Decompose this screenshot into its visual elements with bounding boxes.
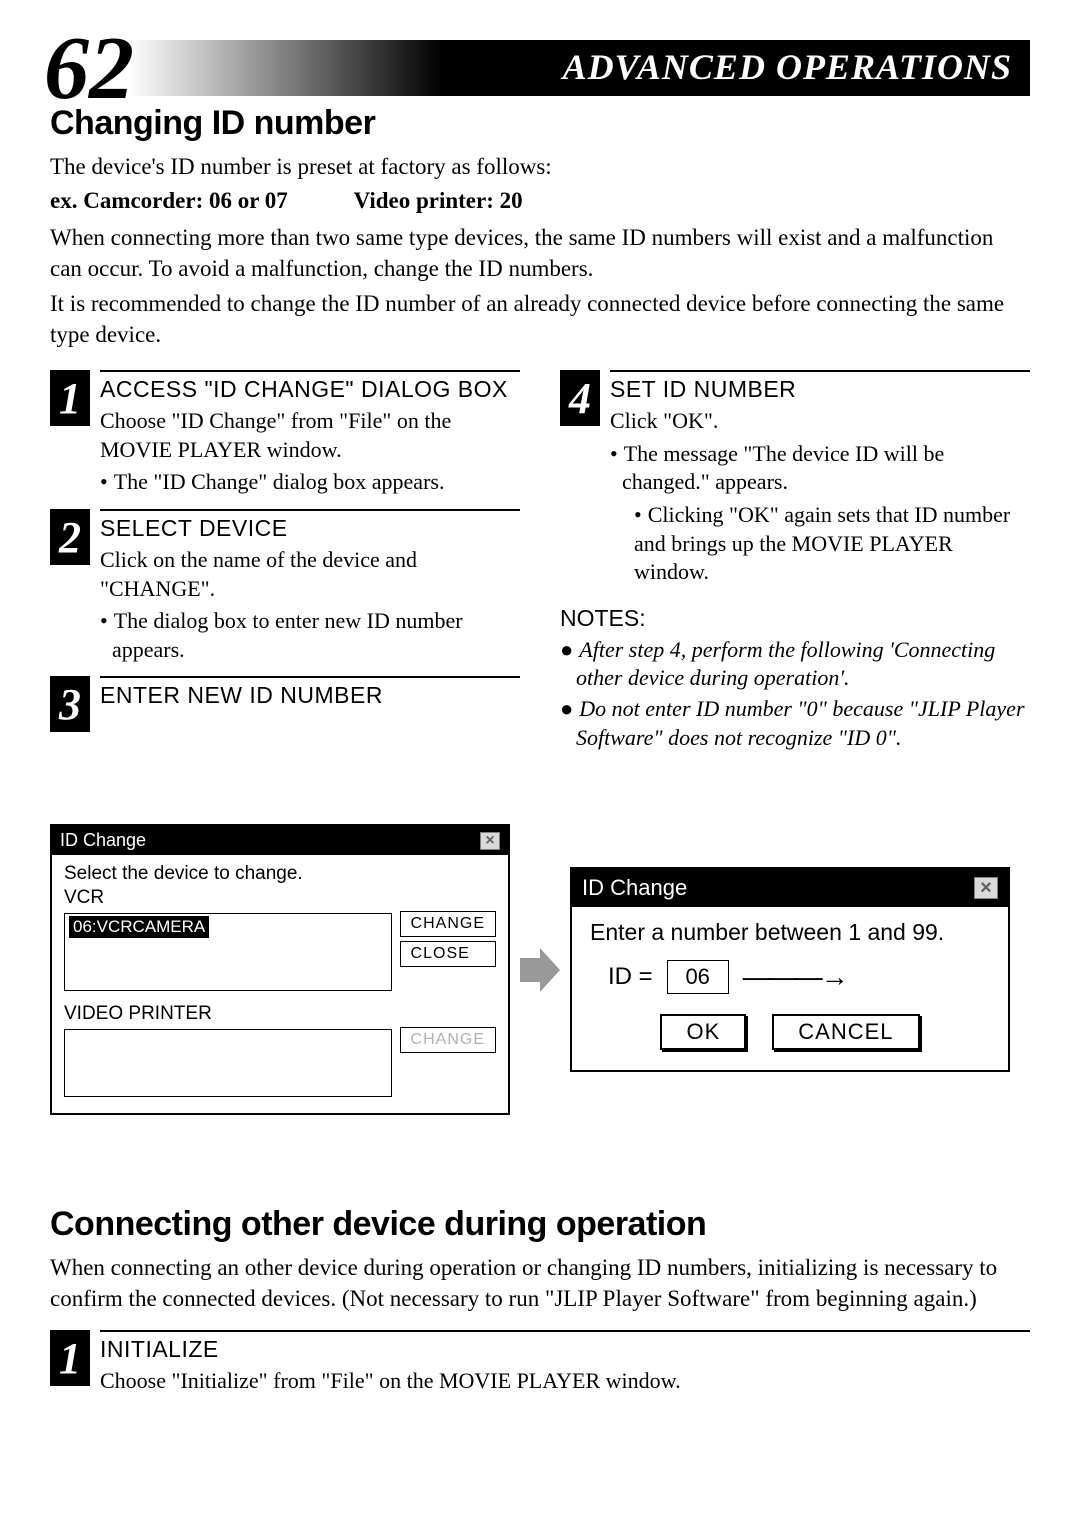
notes-heading: NOTES: xyxy=(560,605,1030,632)
dialog1-change-button-disabled: CHANGE xyxy=(400,1027,496,1053)
step-4-bullet-1: The message "The device ID will be chang… xyxy=(622,440,1030,497)
step-3: 3 ENTER NEW ID NUMBER xyxy=(50,676,520,732)
dialog2-titlebar: ID Change × xyxy=(572,869,1008,907)
para-malfunction: When connecting more than two same type … xyxy=(50,222,1030,284)
id-change-select-dialog: ID Change × Select the device to change.… xyxy=(50,824,510,1115)
initialize-step-desc: Choose "Initialize" from "File" on the M… xyxy=(100,1367,1030,1396)
dialog1-printer-listbox[interactable] xyxy=(64,1029,392,1097)
dialog2-prompt: Enter a number between 1 and 99. xyxy=(590,919,990,946)
banner-title: ADVANCED OPERATIONS xyxy=(563,46,1012,88)
section-heading-connecting: Connecting other device during operation xyxy=(50,1205,1030,1244)
step-1-number: 1 xyxy=(50,370,90,426)
step-2-bullet-1: The dialog box to enter new ID number ap… xyxy=(112,607,520,664)
dialog2-cancel-button[interactable]: CANCEL xyxy=(772,1014,919,1050)
step-1-title: ACCESS "ID CHANGE" DIALOG BOX xyxy=(100,376,520,403)
notes-item-2: Do not enter ID number "0" because "JLIP… xyxy=(576,695,1030,752)
step-3-title: ENTER NEW ID NUMBER xyxy=(100,682,520,709)
dialog1-vcr-listbox[interactable]: 06:VCRCAMERA xyxy=(64,913,392,991)
initialize-step-title: INITIALIZE xyxy=(100,1336,1030,1363)
notes-item-1: After step 4, perform the following 'Con… xyxy=(576,636,1030,693)
dialog1-selected-item[interactable]: 06:VCRCAMERA xyxy=(69,916,209,938)
example-video-printer: Video printer: 20 xyxy=(354,188,523,214)
id-change-enter-dialog: ID Change × Enter a number between 1 and… xyxy=(570,867,1010,1072)
step-4-desc: Click "OK". xyxy=(610,407,1030,436)
dialog1-prompt: Select the device to change. xyxy=(64,863,496,885)
section2-para: When connecting an other device during o… xyxy=(50,1252,1030,1314)
dialog2-id-label: ID = xyxy=(608,963,653,991)
step-1-desc: Choose "ID Change" from "File" on the MO… xyxy=(100,407,520,464)
step-4-title: SET ID NUMBER xyxy=(610,376,1030,403)
steps-left-col: 1 ACCESS "ID CHANGE" DIALOG BOX Choose "… xyxy=(50,370,520,754)
initialize-step-number: 1 xyxy=(50,1330,90,1386)
dialogs-row: ID Change × Select the device to change.… xyxy=(50,824,1030,1115)
step-3-number: 3 xyxy=(50,676,90,732)
steps-right-col: 4 SET ID NUMBER Click "OK". The message … xyxy=(560,370,1030,754)
step-4-number: 4 xyxy=(560,370,600,426)
dialog2-id-input[interactable]: 06 xyxy=(667,960,729,994)
para-recommend: It is recommended to change the ID numbe… xyxy=(50,288,1030,350)
dialog2-close-icon[interactable]: × xyxy=(974,877,998,899)
dialog1-change-button[interactable]: CHANGE xyxy=(400,911,496,937)
dialog1-close-icon[interactable]: × xyxy=(480,832,500,850)
header-banner: 62 ADVANCED OPERATIONS xyxy=(50,40,1030,96)
intro-text: The device's ID number is preset at fact… xyxy=(50,151,1030,182)
dialog1-title-text: ID Change xyxy=(60,830,146,851)
arrow-right-icon xyxy=(520,948,560,992)
step-2: 2 SELECT DEVICE Click on the name of the… xyxy=(50,509,520,668)
step-1: 1 ACCESS "ID CHANGE" DIALOG BOX Choose "… xyxy=(50,370,520,501)
dialog1-group-video-printer: VIDEO PRINTER xyxy=(64,1003,496,1025)
page-number: 62 xyxy=(44,24,134,114)
dialog2-arrow-icon: ———→ xyxy=(743,961,847,993)
section-heading-changing-id: Changing ID number xyxy=(50,104,1030,143)
step-4: 4 SET ID NUMBER Click "OK". The message … xyxy=(560,370,1030,591)
step-4-bullet-2: Clicking "OK" again sets that ID number … xyxy=(634,501,1030,587)
dialog1-titlebar: ID Change × xyxy=(52,826,508,855)
dialog2-title-text: ID Change xyxy=(582,875,687,901)
initialize-step: 1 INITIALIZE Choose "Initialize" from "F… xyxy=(50,1330,1030,1398)
dialog1-close-button[interactable]: CLOSE xyxy=(400,941,496,967)
dialog1-group-vcr: VCR xyxy=(64,887,496,909)
example-camcorder: ex. Camcorder: 06 or 07 xyxy=(50,188,288,214)
dialog2-ok-button[interactable]: OK xyxy=(660,1014,746,1050)
step-2-desc: Click on the name of the device and "CHA… xyxy=(100,546,520,603)
step-2-title: SELECT DEVICE xyxy=(100,515,520,542)
example-line: ex. Camcorder: 06 or 07 Video printer: 2… xyxy=(50,188,1030,214)
step-1-bullet-1: The "ID Change" dialog box appears. xyxy=(112,468,520,497)
steps-columns: 1 ACCESS "ID CHANGE" DIALOG BOX Choose "… xyxy=(50,370,1030,754)
step-2-number: 2 xyxy=(50,509,90,565)
